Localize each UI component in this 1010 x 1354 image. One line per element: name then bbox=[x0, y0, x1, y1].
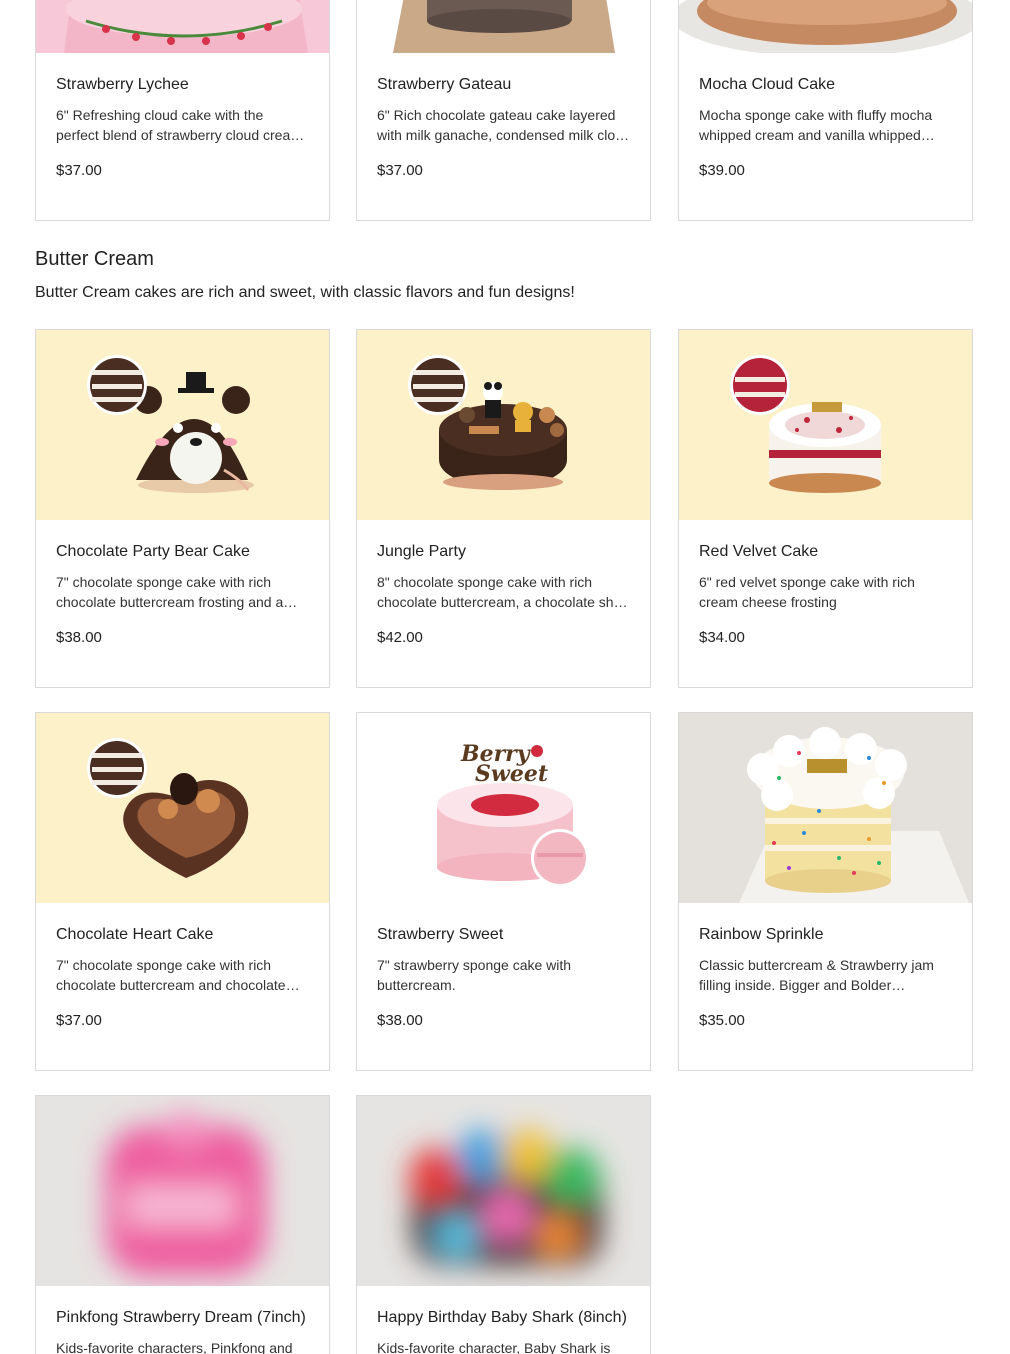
product-description: 7" chocolate sponge cake with rich choco… bbox=[56, 957, 300, 993]
strawberry-sweet-cake-image: Berry Sweet bbox=[357, 713, 650, 903]
product-description: 6" Refreshing cloud cake with the perfec… bbox=[56, 107, 302, 143]
product-image[interactable] bbox=[357, 0, 650, 53]
product-card-strawberry-gateau[interactable]: Strawberry Gateau 6" Rich chocolate gate… bbox=[356, 0, 651, 221]
product-card-strawberry-sweet[interactable]: Berry Sweet Strawberry Sweet 7" strawber… bbox=[356, 712, 651, 1071]
product-title[interactable]: Strawberry Sweet bbox=[377, 925, 630, 945]
product-price: $42.00 bbox=[377, 629, 423, 646]
product-image[interactable] bbox=[36, 0, 329, 53]
product-image[interactable] bbox=[679, 0, 972, 53]
product-listing-page: Strawberry Lychee 6" Refreshing cloud ca… bbox=[0, 0, 1010, 1354]
product-image[interactable] bbox=[36, 330, 329, 520]
product-title[interactable]: Chocolate Party Bear Cake bbox=[56, 542, 309, 562]
section-title: Butter Cream bbox=[35, 248, 154, 270]
product-price: $37.00 bbox=[56, 1012, 102, 1029]
product-image[interactable] bbox=[36, 1096, 329, 1286]
product-description: Mocha sponge cake with fluffy mocha whip… bbox=[699, 107, 935, 143]
product-card-jungle-party[interactable]: Jungle Party 8" chocolate sponge cake wi… bbox=[356, 329, 651, 688]
product-price: $35.00 bbox=[699, 1012, 745, 1029]
chocolate-heart-cake-image bbox=[36, 713, 329, 903]
product-image[interactable] bbox=[36, 713, 329, 903]
product-image[interactable]: Berry Sweet bbox=[357, 713, 650, 903]
baby-shark-cake-image-blurred bbox=[357, 1096, 650, 1286]
product-price: $37.00 bbox=[56, 162, 102, 179]
product-description: Classic buttercream & Strawberry jam fil… bbox=[699, 957, 934, 993]
product-card-rainbow-sprinkle[interactable]: Rainbow Sprinkle Classic buttercream & S… bbox=[678, 712, 973, 1071]
product-card-mocha-cloud-cake[interactable]: Mocha Cloud Cake Mocha sponge cake with … bbox=[678, 0, 973, 221]
product-image[interactable] bbox=[357, 1096, 650, 1286]
product-card-pinkfong-strawberry-dream[interactable]: Pinkfong Strawberry Dream (7inch) Kids-f… bbox=[35, 1095, 330, 1354]
red-velvet-cake-image bbox=[679, 330, 972, 520]
product-description: 6" Rich chocolate gateau cake layered wi… bbox=[377, 107, 630, 143]
product-card-chocolate-heart[interactable]: Chocolate Heart Cake 7" chocolate sponge… bbox=[35, 712, 330, 1071]
product-title[interactable]: Strawberry Gateau bbox=[377, 75, 630, 95]
product-image[interactable] bbox=[357, 330, 650, 520]
product-title[interactable]: Mocha Cloud Cake bbox=[699, 75, 952, 95]
jungle-party-cake-image bbox=[357, 330, 650, 520]
product-description: 7" strawberry sponge cake with buttercre… bbox=[377, 957, 572, 993]
pinkfong-cake-image-blurred bbox=[36, 1096, 329, 1286]
section-description: Butter Cream cakes are rich and sweet, w… bbox=[35, 284, 575, 301]
product-description: Kids-favorite character, Baby Shark is bbox=[377, 1340, 611, 1354]
strawberry-gateau-cake-image bbox=[357, 0, 650, 53]
product-description: Kids-favorite characters, Pinkfong and bbox=[56, 1340, 293, 1354]
product-image[interactable] bbox=[679, 330, 972, 520]
rainbow-sprinkle-cake-image bbox=[679, 713, 972, 903]
product-card-strawberry-lychee[interactable]: Strawberry Lychee 6" Refreshing cloud ca… bbox=[35, 0, 330, 221]
product-image[interactable] bbox=[679, 713, 972, 903]
product-description: 8" chocolate sponge cake with rich choco… bbox=[377, 574, 628, 610]
product-card-red-velvet[interactable]: Red Velvet Cake 6" red velvet sponge cak… bbox=[678, 329, 973, 688]
product-price: $39.00 bbox=[699, 162, 745, 179]
strawberry-lychee-cake-image bbox=[36, 0, 329, 53]
mocha-cloud-cake-image bbox=[679, 0, 972, 53]
cake-topper-text: Sweet bbox=[475, 761, 548, 787]
product-price: $37.00 bbox=[377, 162, 423, 179]
product-description: 6" red velvet sponge cake with rich crea… bbox=[699, 574, 915, 610]
product-title[interactable]: Happy Birthday Baby Shark (8inch) bbox=[377, 1308, 630, 1328]
product-title[interactable]: Chocolate Heart Cake bbox=[56, 925, 309, 945]
product-price: $38.00 bbox=[56, 629, 102, 646]
product-description: 7" chocolate sponge cake with rich choco… bbox=[56, 574, 298, 610]
product-price: $38.00 bbox=[377, 1012, 423, 1029]
product-title[interactable]: Red Velvet Cake bbox=[699, 542, 952, 562]
product-title[interactable]: Pinkfong Strawberry Dream (7inch) bbox=[56, 1308, 309, 1328]
product-title[interactable]: Rainbow Sprinkle bbox=[699, 925, 952, 945]
product-card-happy-birthday-baby-shark[interactable]: Happy Birthday Baby Shark (8inch) Kids-f… bbox=[356, 1095, 651, 1354]
bear-cake-image bbox=[36, 330, 329, 520]
product-title[interactable]: Jungle Party bbox=[377, 542, 630, 562]
product-title[interactable]: Strawberry Lychee bbox=[56, 75, 309, 95]
product-card-chocolate-party-bear[interactable]: Chocolate Party Bear Cake 7" chocolate s… bbox=[35, 329, 330, 688]
product-price: $34.00 bbox=[699, 629, 745, 646]
